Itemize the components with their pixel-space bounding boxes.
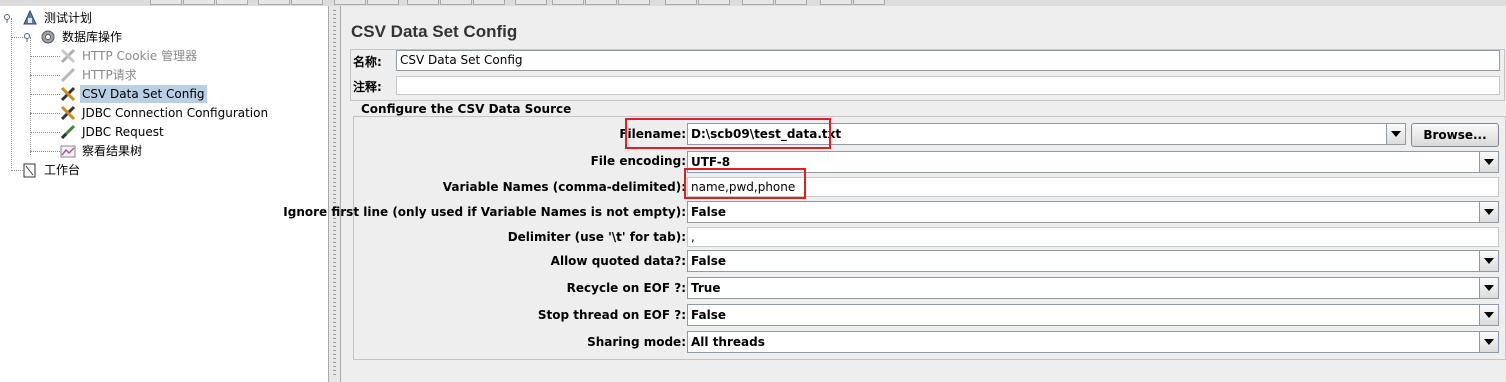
name-field[interactable]: CSV Data Set Config	[396, 50, 1500, 71]
recycle-eof-value: True	[691, 281, 721, 295]
ignore-first-line-combo[interactable]: False	[687, 201, 1499, 223]
chevron-down-icon[interactable]	[1479, 152, 1498, 172]
encoding-label: File encoding:	[590, 154, 686, 168]
stop-thread-eof-combo[interactable]: False	[687, 304, 1499, 326]
toolbar-button[interactable]	[618, 0, 650, 5]
wrench-icon	[60, 48, 76, 64]
toolbar-button[interactable]	[258, 0, 290, 5]
tree-item-workbench[interactable]: 工作台	[22, 161, 82, 179]
expand-toggle-icon[interactable]	[4, 13, 12, 23]
toolbar-button[interactable]	[183, 0, 215, 5]
tree-item-cookie-manager[interactable]: HTTP Cookie 管理器	[60, 47, 199, 65]
ignore-first-line-label: Ignore first line (only used if Variable…	[283, 205, 686, 219]
tree-item-jdbc-connection[interactable]: JDBC Connection Configuration	[60, 104, 270, 122]
toolbar-button[interactable]	[552, 0, 584, 5]
ignore-first-line-value: False	[691, 205, 726, 219]
tree-item-http-request[interactable]: HTTP请求	[60, 66, 139, 84]
allow-quoted-combo[interactable]: False	[687, 250, 1499, 272]
toolbar-button[interactable]	[698, 0, 730, 5]
varnames-label: Variable Names (comma-delimited):	[442, 180, 686, 194]
test-plan-icon	[22, 9, 38, 26]
toolbar-button[interactable]	[291, 0, 323, 5]
delimiter-label: Delimiter (use '\t' for tab):	[507, 230, 686, 244]
highlight-filename-box	[625, 118, 831, 149]
toolbar-button[interactable]	[515, 0, 547, 5]
stop-thread-eof-value: False	[691, 308, 726, 322]
highlight-varnames-box	[684, 168, 806, 199]
comment-label: 注释:	[353, 80, 382, 94]
sharing-mode-value: All threads	[691, 335, 765, 349]
toolbar-button[interactable]	[367, 0, 399, 5]
graph-icon	[60, 143, 76, 159]
tree-item-jdbc-request[interactable]: JDBC Request	[60, 123, 166, 141]
toolbar-button[interactable]	[334, 0, 366, 5]
comment-field[interactable]	[396, 76, 1500, 95]
sharing-mode-combo[interactable]: All threads	[687, 331, 1499, 353]
tree-item-view-results-tree[interactable]: 察看结果树	[60, 142, 144, 160]
config-panel: CSV Data Set Config 名称: CSV Data Set Con…	[283, 6, 1506, 382]
wrench-icon	[60, 105, 76, 121]
browse-button[interactable]: Browse...	[1411, 123, 1499, 147]
toolbar-button[interactable]	[742, 0, 774, 5]
toolbar-button[interactable]	[585, 0, 617, 5]
toolbar-button[interactable]	[473, 0, 505, 5]
name-label: 名称:	[353, 55, 382, 69]
chevron-down-icon[interactable]	[1479, 278, 1498, 298]
panel-splitter[interactable]	[329, 6, 341, 382]
pipette-icon	[60, 124, 76, 140]
thread-group-gear-icon	[40, 29, 56, 45]
recycle-eof-combo[interactable]: True	[687, 277, 1499, 299]
toolbar-button[interactable]	[216, 0, 248, 5]
varnames-field[interactable]: name,pwd,phone	[687, 177, 1499, 197]
page-title: CSV Data Set Config	[351, 22, 518, 41]
toolbar-button[interactable]	[407, 0, 439, 5]
test-plan-tree[interactable]: 测试计划 数据库操作 HTTP Cookie 管理器 HTTP请求 CSV Da…	[0, 6, 329, 382]
toolbar-button[interactable]	[820, 0, 852, 5]
allow-quoted-value: False	[691, 254, 726, 268]
workbench-icon	[22, 162, 38, 178]
stop-thread-eof-label: Stop thread on EOF ?:	[537, 308, 686, 322]
recycle-eof-label: Recycle on EOF ?:	[566, 281, 686, 295]
tree-item-csv-data-set-config[interactable]: CSV Data Set Config	[60, 85, 207, 103]
pipette-icon	[60, 67, 76, 83]
sharing-mode-label: Sharing mode:	[587, 335, 686, 349]
toolbar-button[interactable]	[150, 0, 182, 5]
toolbar-button[interactable]	[853, 0, 885, 5]
toolbar-button[interactable]	[665, 0, 697, 5]
allow-quoted-label: Allow quoted data?:	[550, 254, 686, 268]
delimiter-field[interactable]: ,	[687, 227, 1499, 247]
tree-item-test-plan[interactable]: 测试计划	[22, 9, 94, 27]
tree-item-thread-group[interactable]: 数据库操作	[40, 28, 124, 46]
chevron-down-icon[interactable]	[1479, 251, 1498, 271]
toolbar-button[interactable]	[440, 0, 472, 5]
encoding-combo[interactable]: UTF-8	[687, 151, 1499, 173]
expand-toggle-icon[interactable]	[24, 32, 32, 42]
wrench-icon	[60, 86, 76, 102]
chevron-down-icon[interactable]	[1386, 124, 1405, 144]
chevron-down-icon[interactable]	[1479, 202, 1498, 222]
toolbar-button[interactable]	[775, 0, 807, 5]
csv-source-legend: Configure the CSV Data Source	[359, 102, 574, 116]
chevron-down-icon[interactable]	[1479, 332, 1498, 352]
chevron-down-icon[interactable]	[1479, 305, 1498, 325]
